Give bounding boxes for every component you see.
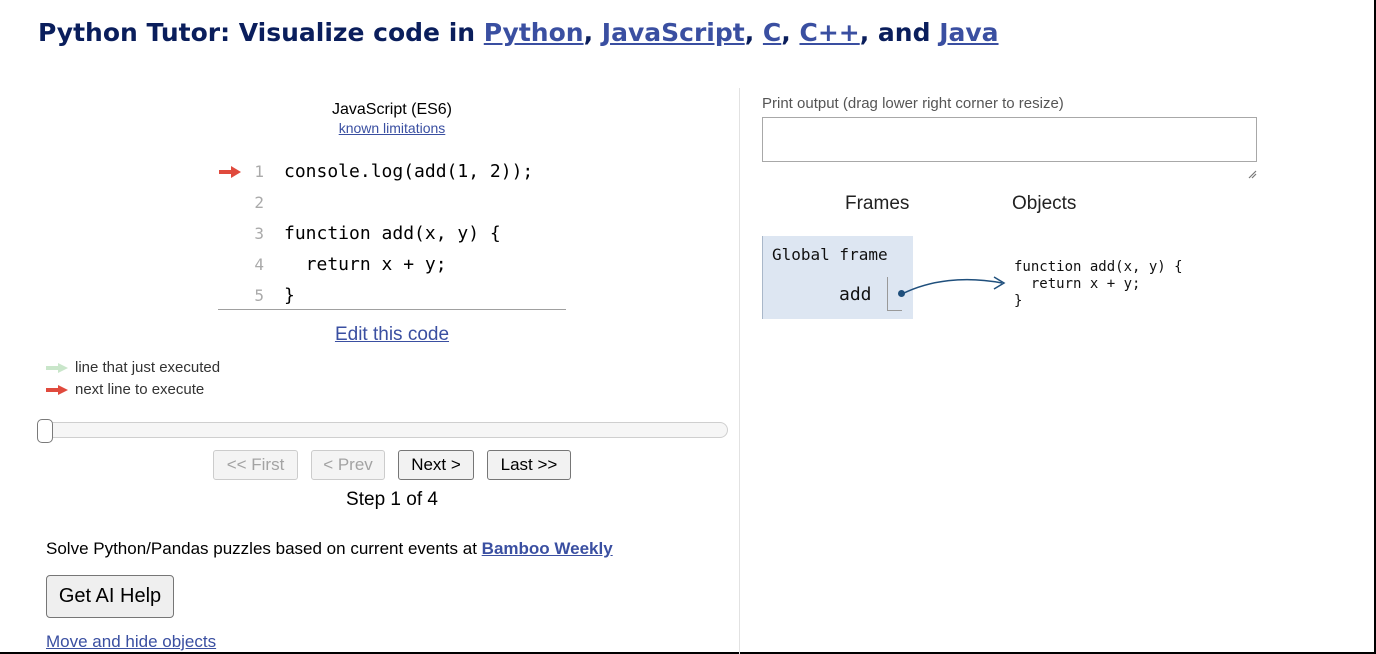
- code-text: }: [284, 285, 295, 306]
- global-frame-title: Global frame: [772, 245, 888, 264]
- link-c[interactable]: C: [763, 18, 781, 47]
- objects-header: Objects: [1012, 193, 1077, 214]
- first-button[interactable]: << First: [213, 450, 298, 480]
- code-display: 1 console.log(add(1, 2)); 2 3 function a…: [218, 156, 566, 310]
- code-text: return x + y;: [284, 254, 447, 275]
- executed-arrow-icon: [46, 362, 68, 373]
- page-title: Python Tutor: Visualize code in Python , …: [38, 18, 999, 47]
- language-label: JavaScript (ES6): [331, 101, 453, 118]
- code-line: 2: [218, 187, 566, 218]
- title-separator: ,: [744, 18, 763, 47]
- title-prefix: Python Tutor: Visualize code in: [38, 18, 484, 47]
- code-text: console.log(add(1, 2));: [284, 161, 534, 182]
- link-cpp[interactable]: C++: [799, 18, 859, 47]
- panel-divider: [739, 88, 740, 654]
- known-limitations-link[interactable]: known limitations: [218, 120, 566, 136]
- resize-grip-icon[interactable]: [1248, 166, 1257, 184]
- print-output-label: Print output (drag lower right corner to…: [762, 95, 1064, 112]
- legend-next: next line to execute: [45, 381, 204, 398]
- legend-executed-label: line that just executed: [75, 359, 221, 376]
- code-line: 5 }: [218, 280, 566, 311]
- step-slider-handle[interactable]: [37, 419, 53, 443]
- bamboo-weekly-link[interactable]: Bamboo Weekly: [482, 539, 613, 558]
- legend-next-label: next line to execute: [75, 381, 205, 398]
- get-ai-help-button[interactable]: Get AI Help: [46, 575, 174, 618]
- code-text: function add(x, y) {: [284, 223, 501, 244]
- step-slider-track[interactable]: [38, 422, 728, 438]
- last-button[interactable]: Last >>: [487, 450, 571, 480]
- line-number: 1: [254, 162, 264, 181]
- step-counter: Step 1 of 4: [346, 489, 438, 510]
- pointer-dot-icon: [898, 290, 905, 297]
- next-button[interactable]: Next >: [398, 450, 474, 480]
- link-java[interactable]: Java: [939, 18, 998, 47]
- next-arrow-icon: [46, 384, 68, 395]
- promo-text: Solve Python/Pandas puzzles based on cur…: [46, 539, 613, 559]
- code-line: 1 console.log(add(1, 2));: [218, 156, 566, 187]
- title-separator: , and: [859, 18, 940, 47]
- line-number: 2: [254, 193, 264, 212]
- move-hide-objects-link[interactable]: Move and hide objects: [46, 632, 216, 652]
- link-python[interactable]: Python: [484, 18, 584, 47]
- title-separator: ,: [583, 18, 602, 47]
- edit-code-link[interactable]: Edit this code: [218, 324, 566, 346]
- title-separator: ,: [781, 18, 800, 47]
- next-line-arrow-icon: [218, 165, 244, 179]
- code-line: 4 return x + y;: [218, 249, 566, 280]
- legend-executed: line that just executed: [45, 359, 220, 376]
- link-javascript[interactable]: JavaScript: [602, 18, 745, 47]
- code-line: 3 function add(x, y) {: [218, 218, 566, 249]
- promo-label: Solve Python/Pandas puzzles based on cur…: [46, 539, 482, 558]
- frame-variable-name: add: [839, 284, 872, 305]
- line-number: 3: [254, 224, 264, 243]
- prev-button[interactable]: < Prev: [311, 450, 385, 480]
- global-frame: Global frame add: [762, 236, 913, 319]
- frames-header: Frames: [845, 193, 910, 214]
- line-number: 4: [254, 255, 264, 274]
- line-number: 5: [254, 286, 264, 305]
- function-object: function add(x, y) { return x + y; }: [1014, 259, 1183, 309]
- print-output-box[interactable]: [762, 117, 1257, 162]
